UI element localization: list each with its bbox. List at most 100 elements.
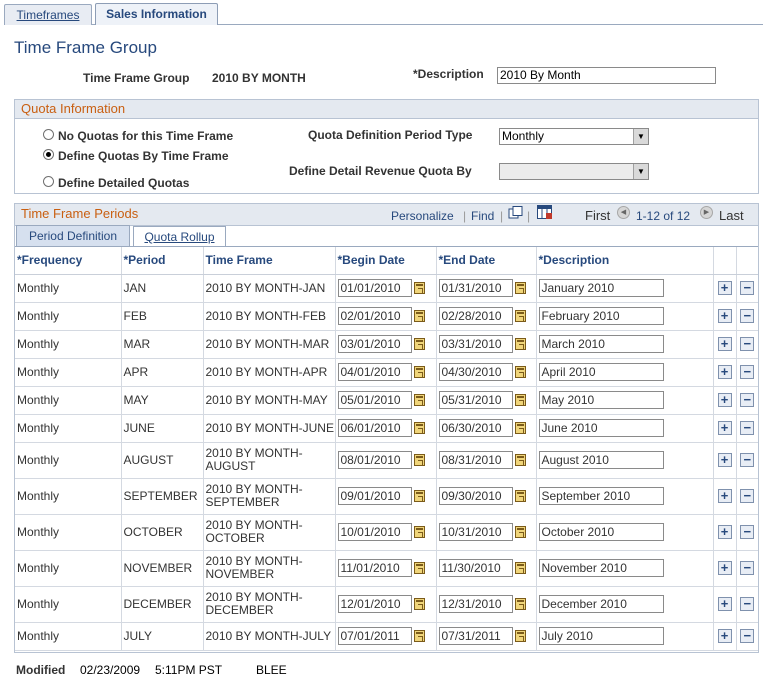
end-date-input[interactable]: 12/31/2010: [438, 595, 513, 613]
minus-icon[interactable]: −: [740, 393, 755, 407]
calendar-icon[interactable]: [514, 598, 526, 610]
begin-date-input[interactable]: 01/01/2010: [337, 279, 412, 297]
calendar-icon[interactable]: [413, 526, 425, 538]
find-link[interactable]: Find: [471, 209, 494, 223]
begin-date-input[interactable]: 10/01/2010: [337, 523, 412, 541]
calendar-icon[interactable]: [514, 562, 526, 574]
quota-period-type-select[interactable]: Monthly ▼: [499, 128, 649, 145]
row-description-input[interactable]: July 2010: [538, 627, 664, 645]
plus-icon[interactable]: +: [717, 337, 732, 351]
row-description-input[interactable]: September 2010: [538, 487, 664, 505]
row-description-input[interactable]: December 2010: [538, 595, 664, 613]
calendar-icon[interactable]: [413, 598, 425, 610]
row-description-input[interactable]: February 2010: [538, 307, 664, 325]
plus-icon[interactable]: +: [717, 453, 732, 467]
column-header-end-date[interactable]: *End Date: [435, 247, 536, 275]
end-date-input[interactable]: 06/30/2010: [438, 419, 513, 437]
calendar-icon[interactable]: [514, 394, 526, 406]
plus-icon[interactable]: +: [717, 561, 732, 575]
begin-date-input[interactable]: 12/01/2010: [337, 595, 412, 613]
minus-icon[interactable]: −: [740, 309, 755, 323]
begin-date-input[interactable]: 09/01/2010: [337, 487, 412, 505]
last-link[interactable]: Last: [719, 208, 744, 223]
begin-date-input[interactable]: 04/01/2010: [337, 363, 412, 381]
view-all-icon[interactable]: [508, 206, 523, 220]
calendar-icon[interactable]: [413, 630, 425, 642]
minus-icon[interactable]: −: [740, 365, 755, 379]
no-quotas-radio[interactable]: [43, 129, 54, 140]
column-header-frequency[interactable]: *Frequency: [15, 247, 121, 275]
calendar-icon[interactable]: [413, 490, 425, 502]
end-date-input[interactable]: 10/31/2010: [438, 523, 513, 541]
minus-icon[interactable]: −: [740, 281, 755, 295]
calendar-icon[interactable]: [514, 422, 526, 434]
calendar-icon[interactable]: [413, 338, 425, 350]
begin-date-input[interactable]: 11/01/2010: [337, 559, 412, 577]
minus-icon[interactable]: −: [740, 337, 755, 351]
tab-sales-information[interactable]: Sales Information: [95, 3, 218, 25]
row-description-input[interactable]: January 2010: [538, 279, 664, 297]
end-date-input[interactable]: 04/30/2010: [438, 363, 513, 381]
end-date-input[interactable]: 05/31/2010: [438, 391, 513, 409]
begin-date-input[interactable]: 08/01/2010: [337, 451, 412, 469]
define-quotas-by-time-frame-radio[interactable]: [43, 149, 54, 160]
end-date-input[interactable]: 02/28/2010: [438, 307, 513, 325]
column-header-time-frame[interactable]: Time Frame: [202, 247, 335, 275]
minus-icon[interactable]: −: [740, 561, 755, 575]
calendar-icon[interactable]: [514, 338, 526, 350]
plus-icon[interactable]: +: [717, 281, 732, 295]
calendar-icon[interactable]: [413, 310, 425, 322]
calendar-icon[interactable]: [413, 422, 425, 434]
plus-icon[interactable]: +: [717, 489, 732, 503]
plus-icon[interactable]: +: [717, 365, 732, 379]
calendar-icon[interactable]: [413, 366, 425, 378]
plus-icon[interactable]: +: [717, 597, 732, 611]
end-date-input[interactable]: 09/30/2010: [438, 487, 513, 505]
tab-timeframes[interactable]: Timeframes: [4, 4, 92, 25]
begin-date-input[interactable]: 05/01/2010: [337, 391, 412, 409]
detail-revenue-quota-select[interactable]: ▼: [499, 163, 649, 180]
minus-icon[interactable]: −: [740, 629, 755, 643]
minus-icon[interactable]: −: [740, 421, 755, 435]
plus-icon[interactable]: +: [717, 393, 732, 407]
calendar-icon[interactable]: [413, 562, 425, 574]
personalize-link[interactable]: Personalize: [391, 209, 454, 223]
minus-icon[interactable]: −: [740, 489, 755, 503]
calendar-icon[interactable]: [413, 282, 425, 294]
chevron-right-icon[interactable]: ▶: [700, 206, 713, 219]
minus-icon[interactable]: −: [740, 597, 755, 611]
column-header-period[interactable]: *Period: [120, 247, 203, 275]
minus-icon[interactable]: −: [740, 525, 755, 539]
column-header-begin-date[interactable]: *Begin Date: [334, 247, 436, 275]
calendar-icon[interactable]: [514, 630, 526, 642]
calendar-icon[interactable]: [514, 454, 526, 466]
first-link[interactable]: First: [585, 208, 610, 223]
calendar-icon[interactable]: [413, 394, 425, 406]
calendar-icon[interactable]: [514, 310, 526, 322]
row-description-input[interactable]: June 2010: [538, 419, 664, 437]
end-date-input[interactable]: 01/31/2010: [438, 279, 513, 297]
row-description-input[interactable]: August 2010: [538, 451, 664, 469]
minus-icon[interactable]: −: [740, 453, 755, 467]
begin-date-input[interactable]: 03/01/2010: [337, 335, 412, 353]
end-date-input[interactable]: 07/31/2011: [438, 627, 513, 645]
begin-date-input[interactable]: 07/01/2011: [337, 627, 412, 645]
row-description-input[interactable]: May 2010: [538, 391, 664, 409]
calendar-icon[interactable]: [413, 454, 425, 466]
plus-icon[interactable]: +: [717, 421, 732, 435]
row-description-input[interactable]: November 2010: [538, 559, 664, 577]
end-date-input[interactable]: 11/30/2010: [438, 559, 513, 577]
description-input[interactable]: 2010 By Month: [497, 67, 716, 84]
chevron-left-icon[interactable]: ◀: [617, 206, 630, 219]
row-description-input[interactable]: October 2010: [538, 523, 664, 541]
begin-date-input[interactable]: 02/01/2010: [337, 307, 412, 325]
column-header-description[interactable]: *Description: [535, 247, 713, 275]
plus-icon[interactable]: +: [717, 629, 732, 643]
end-date-input[interactable]: 03/31/2010: [438, 335, 513, 353]
chevron-down-icon[interactable]: ▼: [633, 164, 648, 179]
calendar-icon[interactable]: [514, 490, 526, 502]
subtab-period-definition[interactable]: Period Definition: [16, 225, 130, 246]
calendar-icon[interactable]: [514, 526, 526, 538]
plus-icon[interactable]: +: [717, 525, 732, 539]
begin-date-input[interactable]: 06/01/2010: [337, 419, 412, 437]
